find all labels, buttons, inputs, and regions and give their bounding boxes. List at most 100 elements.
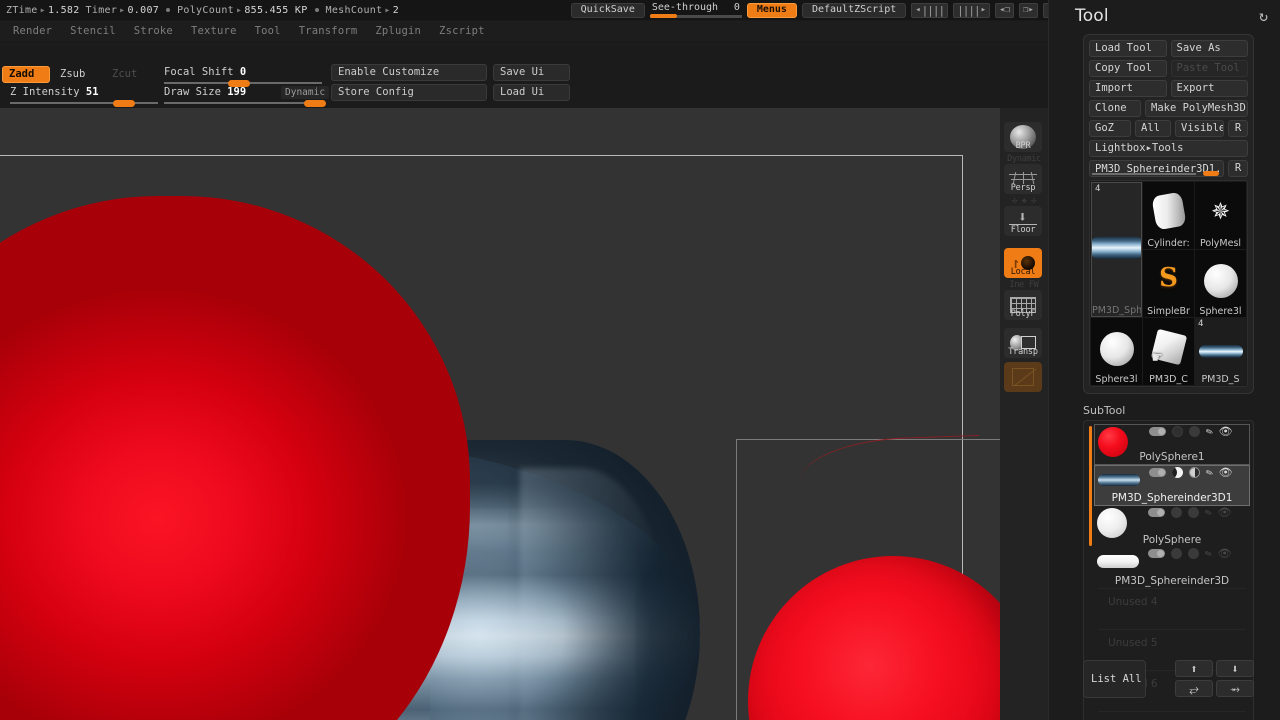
draw-size-knob[interactable] xyxy=(304,100,326,107)
refresh-icon[interactable]: ↻ xyxy=(1259,7,1268,25)
zsub-button[interactable]: Zsub xyxy=(54,66,102,83)
vtool-bpr[interactable]: BPR xyxy=(1004,112,1044,152)
arrow-up-icon[interactable]: ⬆ xyxy=(1175,660,1213,677)
bpr-render-ball-icon[interactable]: BPR xyxy=(1004,122,1042,152)
focal-shift-slider[interactable]: Focal Shift 0 xyxy=(164,66,322,87)
save-ui-button[interactable]: Save Ui xyxy=(493,64,570,81)
vtool-transp[interactable]: Transp xyxy=(1004,328,1044,358)
zadd-button[interactable]: Zadd xyxy=(2,66,50,83)
enable-customize-button[interactable]: Enable Customize xyxy=(331,64,487,81)
dynamic-toggle[interactable]: Dynamic xyxy=(281,86,330,99)
arrow-turn-down-right-icon[interactable]: ⥇ xyxy=(1216,680,1254,697)
eye-visibility-icon[interactable]: 👁 xyxy=(1218,548,1232,559)
z-intensity-slider[interactable]: Z Intensity 51 xyxy=(10,86,158,107)
visibility-toggle-icon[interactable] xyxy=(1149,427,1166,436)
see-through-slider[interactable]: See-through 0 xyxy=(649,2,742,18)
tool-thumb-pm3d-sphereinder[interactable]: 4 PM3D_Sphereind xyxy=(1091,182,1142,317)
make-polymesh3d-button[interactable]: Make PolyMesh3D xyxy=(1145,100,1248,117)
menu-item-zplugin[interactable]: Zplugin xyxy=(366,23,430,39)
zscript-button[interactable]: DefaultZScript xyxy=(801,2,907,18)
subtool-row-unused-4[interactable]: Unused 4 xyxy=(1094,588,1250,629)
tool-thumb-sphere3d-a[interactable]: Sphere3l xyxy=(1195,250,1246,317)
visibility-toggle-icon[interactable] xyxy=(1148,508,1165,517)
shadow-toggle-icon[interactable] xyxy=(1171,507,1182,518)
paint-brush-icon[interactable]: ✎ xyxy=(1203,546,1214,560)
tool-thumb-pm3d-s[interactable]: 4 PM3D_S xyxy=(1195,318,1246,385)
polyframe-grid-icon[interactable]: PolyF xyxy=(1004,290,1042,320)
arrow-down-icon[interactable]: ⬇ xyxy=(1216,660,1254,677)
menu-item-tool[interactable]: Tool xyxy=(246,23,290,39)
viewport-canvas[interactable] xyxy=(0,108,1000,720)
tool-thumb-sphere3d-b[interactable]: Sphere3l xyxy=(1091,318,1142,385)
z-intensity-knob[interactable] xyxy=(113,100,135,107)
transparency-icon[interactable]: Transp xyxy=(1004,328,1042,358)
shadow-toggle-icon[interactable] xyxy=(1172,467,1183,478)
save-as-button[interactable]: Save As xyxy=(1170,40,1248,57)
shadow-toggle-icon[interactable] xyxy=(1171,548,1182,559)
lightbox-tools-button[interactable]: Lightbox▸Tools xyxy=(1089,140,1248,157)
r-button[interactable]: R xyxy=(1228,120,1248,137)
vtool-local[interactable]: ↾ Local xyxy=(1004,238,1044,278)
store-config-button[interactable]: Store Config xyxy=(331,84,487,101)
ghost-transparency-icon[interactable] xyxy=(1004,362,1042,392)
subtool-row-polysphere[interactable]: ✎ 👁 PolySphere xyxy=(1094,505,1250,547)
vtool-floor[interactable]: ✣ ❖ ✣ ⬇ Floor xyxy=(1004,196,1044,236)
visibility-toggle-icon[interactable] xyxy=(1149,468,1166,477)
menus-button[interactable]: Menus xyxy=(746,2,797,18)
visible-button[interactable]: Visible xyxy=(1175,120,1224,137)
floor-arrow-icon[interactable]: ⬇ Floor xyxy=(1004,206,1042,236)
paint-brush-icon[interactable]: ✎ xyxy=(1204,424,1215,438)
local-transform-icon[interactable]: ↾ Local xyxy=(1004,248,1042,278)
import-button[interactable]: Import xyxy=(1089,80,1167,97)
subtool-row-polysphere1[interactable]: ✎ 👁 PolySphere1 xyxy=(1094,424,1250,465)
clone-button[interactable]: Clone xyxy=(1089,100,1141,117)
menu-item-zscript[interactable]: Zscript xyxy=(430,23,494,39)
goz-button[interactable]: GoZ xyxy=(1089,120,1131,137)
load-ui-button[interactable]: Load Ui xyxy=(493,84,570,101)
arrow-turn-right-icon[interactable]: ⥂ xyxy=(1175,680,1213,697)
zscript-next-button[interactable]: |||| ▸ xyxy=(953,2,991,18)
visibility-toggle-icon[interactable] xyxy=(1148,549,1165,558)
layer-next-button[interactable]: ❐▸ xyxy=(1018,2,1038,18)
zcut-button[interactable]: Zcut xyxy=(106,66,154,83)
quicksave-button[interactable]: QuickSave xyxy=(570,2,645,18)
tool-thumb-pm3d-cube[interactable]: PM3D_C xyxy=(1143,318,1194,385)
paint-brush-icon[interactable]: ✎ xyxy=(1204,465,1215,479)
subtool-row-pm3d-sphereinder3d[interactable]: ✎ 👁 PM3D_Sphereinder3D xyxy=(1094,546,1250,588)
shadow-toggle-icon[interactable] xyxy=(1172,426,1183,437)
export-button[interactable]: Export xyxy=(1170,80,1248,97)
tool-thumb-cylinder[interactable]: Cylinder: xyxy=(1143,182,1194,249)
eye-visibility-icon[interactable]: 👁 xyxy=(1218,507,1232,518)
perspective-grid-icon[interactable]: Persp xyxy=(1004,164,1042,194)
split-toggle-icon[interactable] xyxy=(1188,548,1199,559)
menu-item-texture[interactable]: Texture xyxy=(182,23,246,39)
tool-thumb-simplebrush[interactable]: S SimpleBr xyxy=(1143,250,1194,317)
load-tool-button[interactable]: Load Tool xyxy=(1089,40,1167,57)
tool-r-button[interactable]: R xyxy=(1228,160,1248,177)
menu-item-transform[interactable]: Transform xyxy=(290,23,367,39)
all-button[interactable]: All xyxy=(1135,120,1171,137)
vtool-polyf[interactable]: Ine FW PolyF xyxy=(1004,280,1044,320)
current-tool-field[interactable]: PM3D_Sphereinder3D1.. xyxy=(1089,160,1224,177)
subtool-row-pm3d-sphereinder3d1[interactable]: ✎ 👁 PM3D_Sphereinder3D1 xyxy=(1094,465,1250,506)
eye-visibility-icon[interactable]: 👁 xyxy=(1219,426,1233,437)
current-tool-knob[interactable] xyxy=(1203,171,1219,176)
split-toggle-icon[interactable] xyxy=(1188,507,1199,518)
menu-item-stencil[interactable]: Stencil xyxy=(61,23,125,39)
layer-prev-button[interactable]: ◂❐ xyxy=(995,2,1014,18)
menu-item-render[interactable]: Render xyxy=(4,23,61,39)
vtool-ghost-disabled[interactable] xyxy=(1004,362,1044,392)
copy-tool-button[interactable]: Copy Tool xyxy=(1089,60,1167,77)
split-toggle-icon[interactable] xyxy=(1189,426,1200,437)
split-toggle-icon[interactable] xyxy=(1189,467,1200,478)
tool-thumb-polymesh[interactable]: ✵ PolyMesl xyxy=(1195,182,1246,249)
vtool-persp[interactable]: Dynamic Persp xyxy=(1004,154,1044,194)
vtool-bpr-label: BPR xyxy=(1015,141,1031,151)
menu-item-stroke[interactable]: Stroke xyxy=(125,23,182,39)
eye-visibility-icon[interactable]: 👁 xyxy=(1219,467,1233,478)
subtool-row-unused-7[interactable]: Unused 7 xyxy=(1094,711,1250,720)
subtool-scrollbar[interactable] xyxy=(1089,426,1092,546)
zscript-prev-button[interactable]: ◂ |||| xyxy=(911,2,949,18)
list-all-button[interactable]: List All xyxy=(1083,660,1146,698)
paint-brush-icon[interactable]: ✎ xyxy=(1203,505,1214,519)
